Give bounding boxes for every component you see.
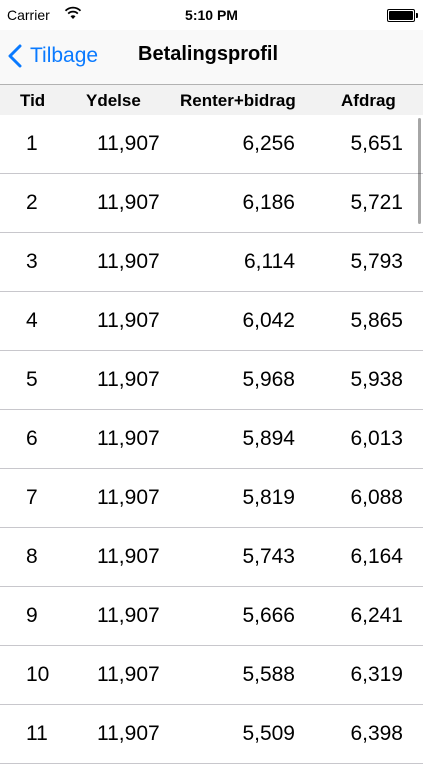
cell-renter-bidrag: 6,186 <box>242 191 295 214</box>
table-row[interactable]: 9 11,907 5,666 6,241 <box>0 587 423 646</box>
cell-tid: 8 <box>26 545 38 568</box>
table-row[interactable]: 5 11,907 5,968 5,938 <box>0 351 423 410</box>
header-afdrag: Afdrag <box>341 91 396 110</box>
header-tid: Tid <box>20 91 46 110</box>
cell-ydelse: 11,907 <box>97 663 160 686</box>
cell-tid: 3 <box>26 250 38 273</box>
scroll-indicator <box>418 118 421 224</box>
cell-tid: 2 <box>26 191 38 214</box>
navigation-bar: Tilbage Betalingsprofil <box>0 30 423 85</box>
cell-ydelse: 11,907 <box>97 604 160 627</box>
table-row[interactable]: 10 11,907 5,588 6,319 <box>0 646 423 705</box>
table-row[interactable]: 1 11,907 6,256 5,651 <box>0 115 423 174</box>
table-row[interactable]: 2 11,907 6,186 5,721 <box>0 174 423 233</box>
cell-ydelse: 11,907 <box>97 368 160 391</box>
cell-tid: 7 <box>26 486 38 509</box>
cell-afdrag: 5,651 <box>350 132 403 155</box>
cell-ydelse: 11,907 <box>97 427 160 450</box>
table-row[interactable]: 11 11,907 5,509 6,398 <box>0 705 423 764</box>
table-row[interactable]: 3 11,907 6,114 5,793 <box>0 233 423 292</box>
cell-renter-bidrag: 5,819 <box>242 486 295 509</box>
table-row[interactable]: 8 11,907 5,743 6,164 <box>0 528 423 587</box>
cell-renter-bidrag: 5,666 <box>242 604 295 627</box>
cell-tid: 5 <box>26 368 38 391</box>
cell-ydelse: 11,907 <box>97 545 160 568</box>
cell-renter-bidrag: 6,114 <box>244 250 295 273</box>
cell-afdrag: 6,013 <box>350 427 403 450</box>
battery-icon <box>387 9 418 22</box>
status-bar: Carrier 5:10 PM <box>0 0 423 30</box>
cell-ydelse: 11,907 <box>97 722 160 745</box>
header-renter-bidrag: Renter+bidrag <box>180 91 296 110</box>
cell-afdrag: 6,319 <box>350 663 403 686</box>
cell-ydelse: 11,907 <box>97 486 160 509</box>
cell-renter-bidrag: 6,256 <box>242 132 295 155</box>
cell-afdrag: 6,088 <box>350 486 403 509</box>
cell-renter-bidrag: 6,042 <box>242 309 295 332</box>
cell-afdrag: 5,793 <box>350 250 403 273</box>
payment-table[interactable]: 1 11,907 6,256 5,651 2 11,907 6,186 5,721 3 11,90… <box>0 115 423 764</box>
cell-ydelse: 11,907 <box>97 250 160 273</box>
cell-renter-bidrag: 5,588 <box>242 663 295 686</box>
table-row[interactable]: 4 11,907 6,042 5,865 <box>0 292 423 351</box>
cell-ydelse: 11,907 <box>97 191 160 214</box>
cell-tid: 4 <box>26 309 38 332</box>
cell-tid: 1 <box>26 132 38 155</box>
cell-ydelse: 11,907 <box>97 309 160 332</box>
cell-renter-bidrag: 5,968 <box>242 368 295 391</box>
column-header: Tid Ydelse Renter+bidrag Afdrag <box>0 85 423 115</box>
table-row[interactable]: 7 11,907 5,819 6,088 <box>0 469 423 528</box>
cell-afdrag: 5,938 <box>350 368 403 391</box>
clock: 5:10 PM <box>185 7 238 23</box>
cell-renter-bidrag: 5,743 <box>242 545 295 568</box>
cell-renter-bidrag: 5,894 <box>242 427 295 450</box>
cell-tid: 10 <box>26 663 50 686</box>
cell-tid: 6 <box>26 427 38 450</box>
cell-afdrag: 5,865 <box>350 309 403 332</box>
cell-afdrag: 6,398 <box>350 722 403 745</box>
cell-renter-bidrag: 5,509 <box>242 722 295 745</box>
cell-tid: 9 <box>26 604 38 627</box>
header-ydelse: Ydelse <box>86 91 141 110</box>
table-row[interactable]: 6 11,907 5,894 6,013 <box>0 410 423 469</box>
back-button[interactable]: Tilbage <box>8 40 98 72</box>
back-label: Tilbage <box>30 44 99 67</box>
chevron-left-icon <box>8 44 22 68</box>
page-title: Betalingsprofil <box>138 43 279 65</box>
cell-afdrag: 6,164 <box>350 545 403 568</box>
cell-afdrag: 5,721 <box>350 191 403 214</box>
cell-ydelse: 11,907 <box>97 132 160 155</box>
cell-tid: 11 <box>26 722 48 745</box>
cell-afdrag: 6,241 <box>350 604 403 627</box>
